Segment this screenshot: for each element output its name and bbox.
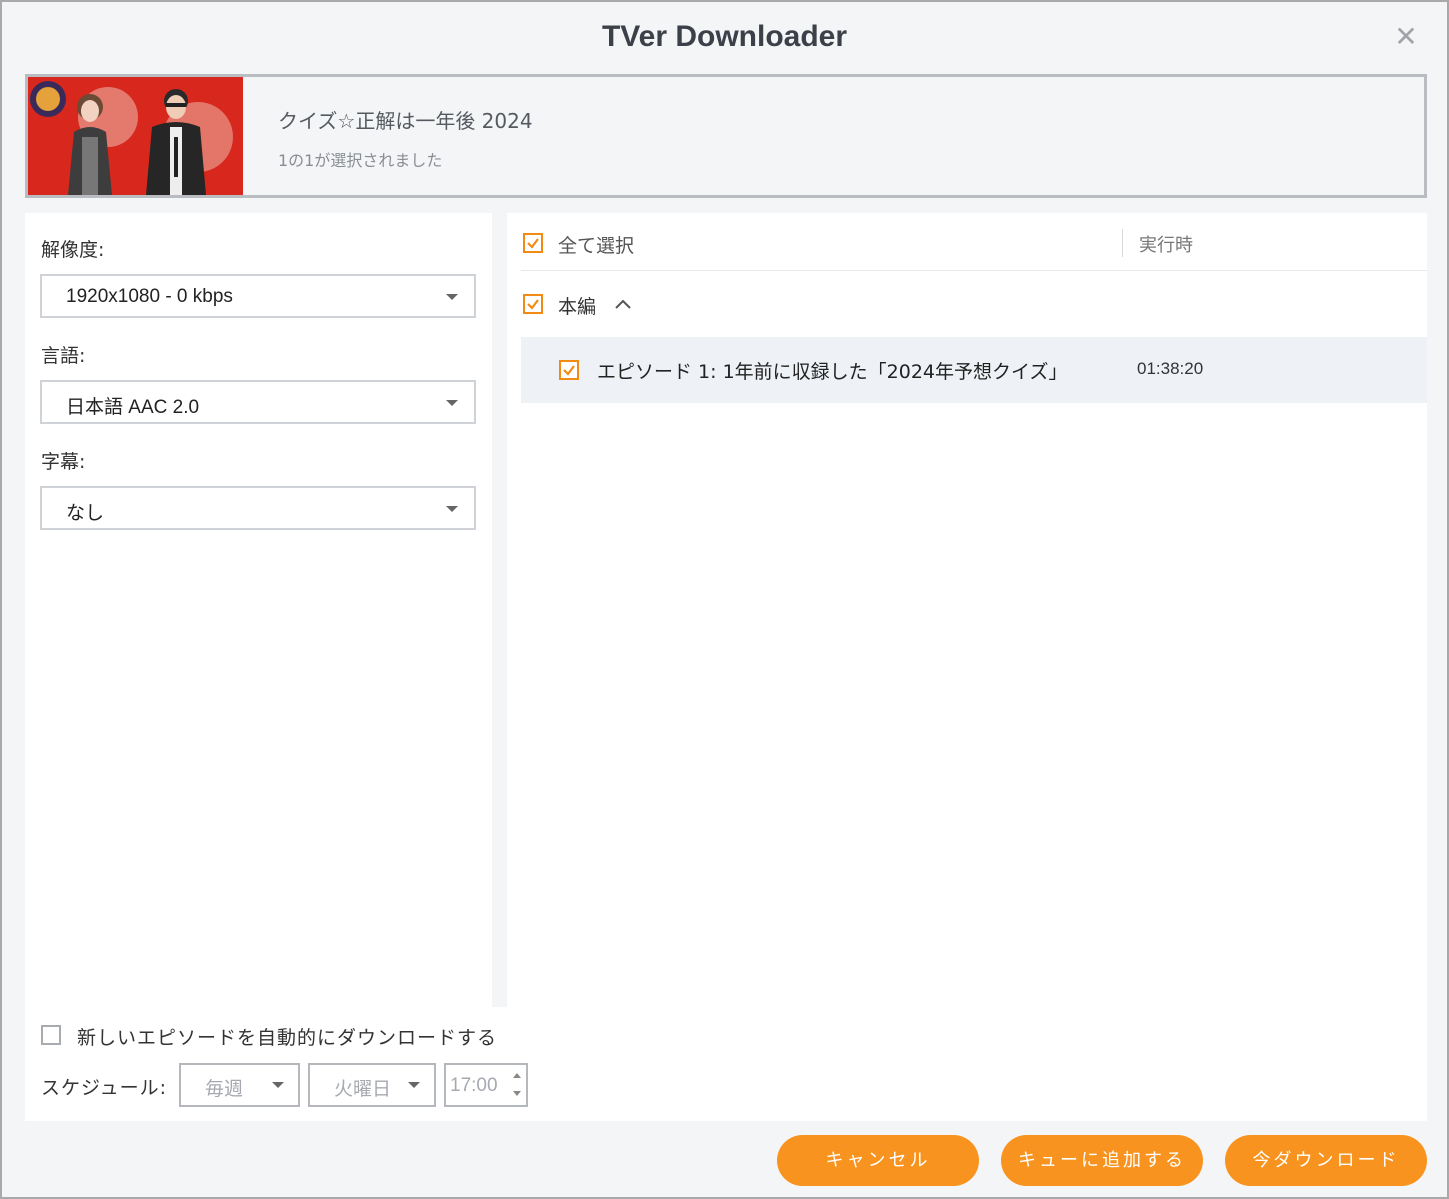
group-checkbox[interactable]: [523, 294, 543, 314]
group-label: 本編: [558, 296, 597, 318]
cancel-button[interactable]: キャンセル: [777, 1135, 979, 1186]
chevron-up-icon[interactable]: [614, 298, 632, 310]
select-all-label: 全て選択: [558, 235, 635, 257]
language-select[interactable]: 日本語 AAC 2.0: [40, 380, 476, 424]
decrement-icon[interactable]: [513, 1091, 521, 1096]
time-value: 17:00: [450, 1075, 498, 1096]
video-thumbnail: [28, 77, 243, 195]
download-now-button[interactable]: 今ダウンロード: [1225, 1135, 1427, 1186]
auto-download-label: 新しいエピソードを自動的にダウンロードする: [77, 1027, 498, 1049]
resolution-select[interactable]: 1920x1080 - 0 kbps: [40, 274, 476, 318]
auto-download-checkbox[interactable]: [41, 1025, 61, 1045]
video-title: クイズ☆正解は一年後 2024: [278, 109, 533, 133]
check-icon: [527, 238, 539, 249]
resolution-label: 解像度:: [41, 239, 105, 261]
check-icon: [527, 299, 539, 310]
chevron-down-icon: [446, 294, 458, 300]
video-header: クイズ☆正解は一年後 2024 1の1が選択されました: [25, 74, 1427, 198]
add-to-queue-button[interactable]: キューに追加する: [1001, 1135, 1203, 1186]
header-divider: [521, 270, 1427, 271]
chevron-down-icon: [446, 506, 458, 512]
dialog-title: TVer Downloader: [601, 20, 848, 53]
frequency-select[interactable]: 毎週: [179, 1063, 300, 1107]
check-icon: [563, 365, 575, 376]
schedule-area: 新しいエピソードを自動的にダウンロードする スケジュール: 毎週 火曜日 17:…: [25, 1007, 1427, 1121]
episode-title: エピソード 1: 1年前に収録した「2024年予想クイズ」: [597, 361, 1068, 383]
episode-row[interactable]: エピソード 1: 1年前に収録した「2024年予想クイズ」 01:38:20: [521, 337, 1427, 403]
chevron-down-icon: [446, 400, 458, 406]
episode-checkbox[interactable]: [559, 360, 579, 380]
time-input[interactable]: 17:00: [444, 1063, 528, 1107]
subtitle-value: なし: [66, 503, 105, 524]
chevron-down-icon: [272, 1082, 284, 1088]
subtitle-select[interactable]: なし: [40, 486, 476, 530]
resolution-value: 1920x1080 - 0 kbps: [66, 286, 233, 307]
language-value: 日本語 AAC 2.0: [66, 397, 200, 418]
language-label: 言語:: [41, 345, 86, 367]
settings-panel: 解像度: 1920x1080 - 0 kbps 言語: 日本語 AAC 2.0 …: [25, 213, 492, 1007]
select-all-checkbox[interactable]: [523, 233, 543, 253]
episode-list-panel: 全て選択 実行時 本編 エピソード 1: 1年前に収録した「2024年予想クイズ…: [507, 213, 1427, 1007]
close-icon[interactable]: ✕: [1393, 23, 1419, 51]
subtitle-label: 字幕:: [41, 451, 86, 473]
episode-duration: 01:38:20: [1137, 359, 1204, 378]
increment-icon[interactable]: [513, 1073, 521, 1078]
frequency-value: 毎週: [205, 1078, 244, 1100]
day-select[interactable]: 火曜日: [308, 1063, 436, 1107]
day-value: 火曜日: [334, 1078, 392, 1100]
selection-count: 1の1が選択されました: [278, 151, 443, 170]
runtime-column-header: 実行時: [1139, 235, 1193, 256]
chevron-down-icon: [408, 1082, 420, 1088]
column-divider: [1122, 229, 1123, 257]
schedule-label: スケジュール:: [41, 1077, 168, 1099]
download-dialog: TVer Downloader ✕ クイズ☆正解は一年後 2024 1の1が選択…: [0, 0, 1449, 1199]
